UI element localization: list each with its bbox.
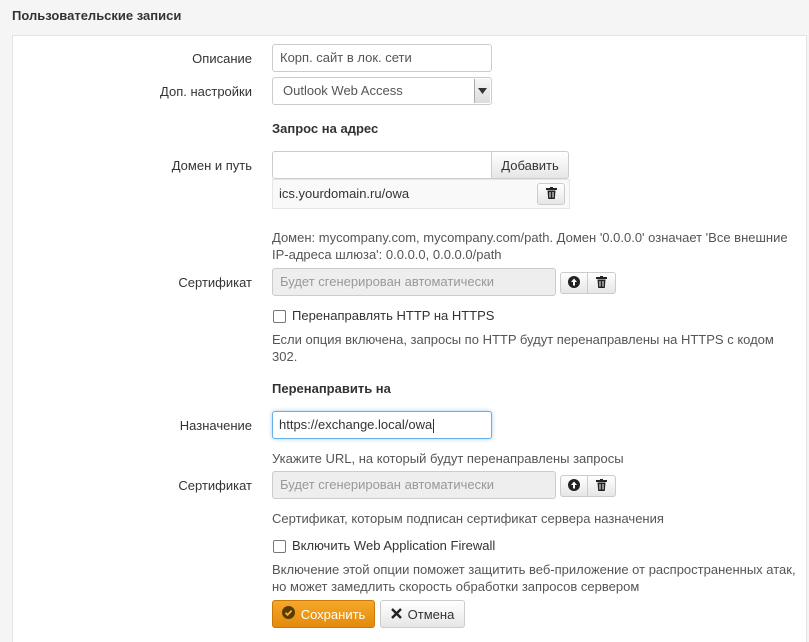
trash-icon [596,275,607,291]
add-domain-label: Добавить [501,157,559,173]
description-input[interactable]: Корп. сайт в лок. сети [272,44,492,72]
extra-settings-label: Доп. настройки [160,84,252,99]
redirect-https-checkbox[interactable] [273,310,286,323]
upload-circle-icon [568,275,580,291]
extra-settings-value: Outlook Web Access [283,83,403,98]
certificate2-placeholder: Будет сгенерирован автоматически [280,477,495,492]
domain-entry-text: ics.yourdomain.ru/owa [279,186,410,201]
certificate2-actions [560,475,616,497]
text-caret [433,418,435,433]
waf-checkbox[interactable] [273,540,286,553]
upload-certificate1-button[interactable] [560,272,588,294]
certificate2-label: Сертификат [178,478,252,493]
description-label: Описание [192,51,252,66]
description-value: Корп. сайт в лок. сети [280,50,412,65]
domain-list-item: ics.yourdomain.ru/owa [272,179,570,209]
domain-label: Домен и путь [171,158,252,173]
extra-settings-select[interactable]: Outlook Web Access [272,77,492,105]
upload-circle-icon [568,478,580,494]
redirect-section-title: Перенаправить на [272,381,391,396]
trash-icon [545,186,557,202]
cancel-button[interactable]: Отмена [380,600,465,628]
domain-help-text: Домен: mycompany.com, mycompany.com/path… [272,230,788,262]
request-section-title: Запрос на адрес [272,121,379,136]
redirect-https-help: Если опция включена, запросы по HTTP буд… [272,332,774,364]
destination-value: https://exchange.local/owa [279,417,433,432]
delete-certificate1-button[interactable] [588,272,616,294]
certificate2-help: Сертификат, которым подписан сертификат … [272,511,664,526]
page-title: Пользовательские записи [12,8,182,23]
save-button[interactable]: Сохранить [272,600,375,628]
certificate1-input[interactable]: Будет сгенерирован автоматически [272,268,556,296]
destination-label: Назначение [179,418,252,433]
save-label: Сохранить [300,606,366,622]
check-circle-icon [281,606,295,622]
delete-certificate2-button[interactable] [588,475,616,497]
certificate1-actions [560,272,616,294]
domain-entry-actions [537,183,565,205]
domain-input[interactable] [272,151,494,179]
trash-icon [596,478,607,494]
delete-domain-button[interactable] [537,183,565,205]
close-icon [390,607,402,622]
certificate2-input[interactable]: Будет сгенерирован автоматически [272,471,556,499]
redirect-https-label: Перенаправлять HTTP на HTTPS [292,308,495,323]
destination-help: Укажите URL, на который будут перенаправ… [272,451,624,466]
chevron-down-icon [474,79,490,103]
upload-certificate2-button[interactable] [560,475,588,497]
cancel-label: Отмена [407,606,455,622]
add-domain-button[interactable]: Добавить [491,151,569,179]
destination-input[interactable]: https://exchange.local/owa [272,411,492,439]
certificate1-label: Сертификат [178,275,252,290]
certificate1-placeholder: Будет сгенерирован автоматически [280,274,495,289]
waf-label: Включить Web Application Firewall [292,538,496,553]
waf-help: Включение этой опции поможет защитить ве… [272,562,796,594]
